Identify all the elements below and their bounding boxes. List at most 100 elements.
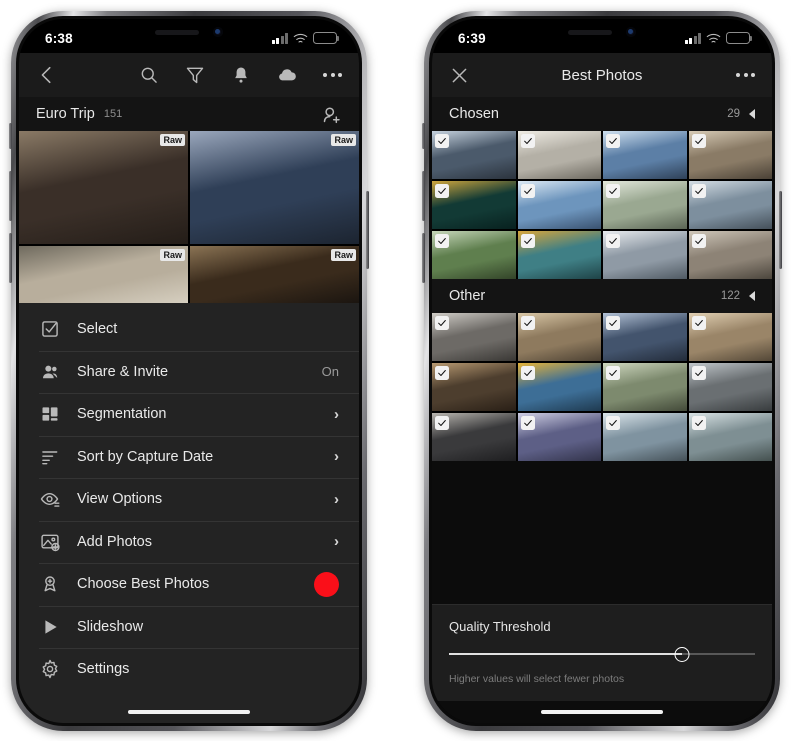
menu-item-label: Settings xyxy=(77,661,130,678)
photo-thumbnail[interactable] xyxy=(603,413,687,461)
menu-item-choose-best-photos[interactable]: Choose Best Photos xyxy=(19,563,359,606)
photo-thumbnail[interactable] xyxy=(517,413,601,461)
photo-thumbnail[interactable]: Raw xyxy=(19,131,188,244)
photo-checkbox[interactable] xyxy=(520,416,535,430)
photo-thumbnail[interactable] xyxy=(603,363,687,411)
photo-strip[interactable]: Raw Raw Raw Raw xyxy=(19,131,359,303)
add-person-icon[interactable] xyxy=(321,104,342,125)
photo-checkbox[interactable] xyxy=(606,316,620,330)
section-header-other[interactable]: Other 122 xyxy=(432,279,772,313)
photo-checkbox[interactable] xyxy=(691,184,706,198)
phone-left-screen: 6:38 Euro Trip 151 Raw Raw Raw Raw Selec… xyxy=(19,19,359,723)
more-icon[interactable] xyxy=(323,73,342,77)
photo-checkbox[interactable] xyxy=(691,234,706,248)
photo-thumbnail[interactable] xyxy=(517,181,601,229)
photo-checkbox[interactable] xyxy=(520,184,535,198)
photo-checkbox[interactable] xyxy=(435,184,449,198)
status-bar-left: 6:38 xyxy=(19,19,359,53)
photo-thumbnail[interactable] xyxy=(517,231,601,279)
album-header: Euro Trip 151 xyxy=(19,97,359,131)
photo-checkbox[interactable] xyxy=(606,184,620,198)
photo-thumbnail[interactable] xyxy=(517,313,601,361)
silent-switch[interactable] xyxy=(9,123,12,149)
photo-thumbnail[interactable] xyxy=(432,131,516,179)
filter-icon[interactable] xyxy=(185,65,205,85)
photo-checkbox[interactable] xyxy=(691,366,706,380)
photo-thumbnail[interactable] xyxy=(517,363,601,411)
photo-checkbox[interactable] xyxy=(435,316,449,330)
quality-threshold-panel: Quality Threshold Higher values will sel… xyxy=(432,604,772,701)
photo-thumbnail[interactable] xyxy=(688,363,772,411)
menu-item-segmentation[interactable]: Segmentation › xyxy=(19,393,359,436)
volume-up-button[interactable] xyxy=(9,171,12,221)
photo-thumbnail[interactable] xyxy=(603,131,687,179)
photo-thumbnail[interactable] xyxy=(688,313,772,361)
slider-hint: Higher values will select fewer photos xyxy=(449,673,625,685)
silent-switch[interactable] xyxy=(422,123,425,149)
home-indicator-right[interactable] xyxy=(432,701,772,723)
chevron-left-icon[interactable] xyxy=(36,64,58,86)
photo-checkbox[interactable] xyxy=(691,316,706,330)
menu-item-select[interactable]: Select xyxy=(19,308,359,351)
photo-checkbox[interactable] xyxy=(435,416,449,430)
power-button[interactable] xyxy=(366,191,369,269)
toolbar-left xyxy=(19,53,359,97)
menu-item-add-photos[interactable]: Add Photos › xyxy=(19,520,359,564)
menu-item-settings[interactable]: Settings xyxy=(19,648,359,691)
home-indicator-left[interactable] xyxy=(19,701,359,723)
photo-thumbnail[interactable] xyxy=(603,181,687,229)
photo-thumbnail[interactable] xyxy=(432,363,516,411)
volume-down-button[interactable] xyxy=(9,233,12,283)
photo-thumbnail[interactable] xyxy=(603,313,687,361)
photo-checkbox[interactable] xyxy=(435,366,449,380)
photo-checkbox[interactable] xyxy=(606,366,620,380)
menu-item-slideshow[interactable]: Slideshow xyxy=(19,605,359,649)
volume-up-button[interactable] xyxy=(422,171,425,221)
photo-row: Raw Raw xyxy=(19,131,359,244)
photo-thumbnail[interactable]: Raw xyxy=(190,246,359,303)
photo-thumbnail[interactable] xyxy=(688,231,772,279)
photo-checkbox[interactable] xyxy=(520,134,535,148)
more-icon[interactable] xyxy=(736,73,755,77)
photo-checkbox[interactable] xyxy=(691,416,706,430)
section-header-chosen[interactable]: Chosen 29 xyxy=(432,97,772,131)
menu-item-share-invite[interactable]: Share & Invite On xyxy=(19,350,359,394)
photo-thumbnail[interactable] xyxy=(688,413,772,461)
photo-checkbox[interactable] xyxy=(435,234,449,248)
photo-checkbox[interactable] xyxy=(691,134,706,148)
power-button[interactable] xyxy=(779,191,782,269)
search-icon[interactable] xyxy=(139,65,159,85)
menu-item-label: Segmentation xyxy=(77,406,167,423)
photo-thumbnail[interactable]: Raw xyxy=(19,246,188,303)
photo-checkbox[interactable] xyxy=(606,134,620,148)
photo-checkbox[interactable] xyxy=(520,366,535,380)
cloud-icon[interactable] xyxy=(277,65,297,85)
photo-checkbox[interactable] xyxy=(520,316,535,330)
menu-item-sort-by-capture-date[interactable]: Sort by Capture Date › xyxy=(19,435,359,479)
photo-thumbnail[interactable] xyxy=(432,231,516,279)
slider-thumb[interactable] xyxy=(674,646,690,662)
photo-checkbox[interactable] xyxy=(606,234,620,248)
status-time: 6:39 xyxy=(458,30,486,46)
close-icon[interactable] xyxy=(449,65,470,86)
photo-checkbox[interactable] xyxy=(606,416,620,430)
menu-item-value: On xyxy=(321,364,339,380)
photo-thumbnail[interactable] xyxy=(432,181,516,229)
photo-thumbnail[interactable] xyxy=(432,313,516,361)
volume-down-button[interactable] xyxy=(422,233,425,283)
photo-checkbox[interactable] xyxy=(520,234,535,248)
sort-icon xyxy=(39,447,61,467)
bell-icon[interactable] xyxy=(231,65,251,85)
photo-thumbnail[interactable]: Raw xyxy=(190,131,359,244)
status-bar-right: 6:39 xyxy=(432,19,772,53)
photo-checkbox[interactable] xyxy=(435,134,449,148)
photo-thumbnail[interactable] xyxy=(688,131,772,179)
photo-thumbnail[interactable] xyxy=(603,231,687,279)
triangle-left-icon[interactable] xyxy=(749,109,755,119)
quality-threshold-slider[interactable] xyxy=(449,646,755,662)
triangle-left-icon[interactable] xyxy=(749,291,755,301)
photo-thumbnail[interactable] xyxy=(688,181,772,229)
photo-thumbnail[interactable] xyxy=(517,131,601,179)
photo-thumbnail[interactable] xyxy=(432,413,516,461)
menu-item-view-options[interactable]: View Options › xyxy=(19,478,359,521)
